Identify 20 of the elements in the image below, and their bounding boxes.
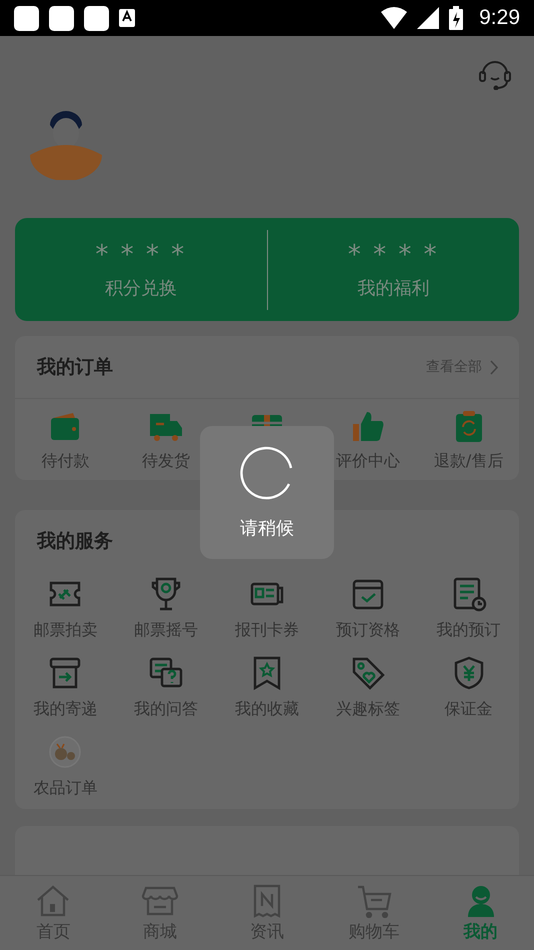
section-title: 我的订单: [37, 355, 113, 380]
notification-icon: [84, 6, 109, 30]
loading-text: 请稍候: [240, 516, 294, 540]
status-time: 9:29: [479, 6, 520, 30]
tab-item[interactable]: 我的: [427, 876, 534, 950]
notification-icon: [14, 6, 39, 30]
spinner-icon: [239, 446, 295, 502]
points-label[interactable]: 积分兑换: [104, 276, 177, 300]
section-title: 我的服务: [37, 529, 113, 554]
signal-icon: [417, 7, 440, 29]
points-label[interactable]: 我的福利: [357, 276, 430, 300]
chevron-right-icon: [490, 360, 499, 374]
fruit-icon: [47, 734, 84, 770]
keyboard-icon: [119, 9, 135, 27]
wifi-icon: [381, 7, 408, 29]
points-value: * * * *: [95, 240, 186, 270]
battery-icon: [449, 6, 464, 30]
headset-icon[interactable]: [478, 58, 512, 90]
notification-icon: [49, 6, 74, 30]
points-value: * * * *: [348, 240, 439, 270]
